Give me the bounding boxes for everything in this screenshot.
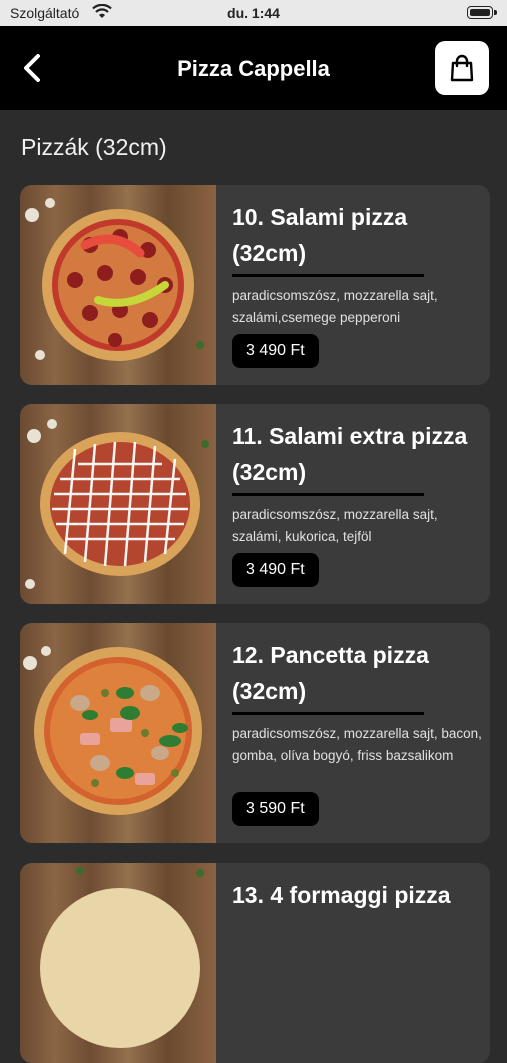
cart-button[interactable] <box>435 41 489 95</box>
product-image <box>20 623 216 843</box>
product-name: 10. Salami pizza (32cm) <box>232 204 408 266</box>
navigation-bar: Pizza Cappella <box>0 26 507 110</box>
product-description: paradicsomszósz, mozzarella sajt, bacon,… <box>232 726 482 763</box>
product-card[interactable]: 10. Salami pizza (32cm) paradicsomszósz,… <box>20 185 490 385</box>
price-badge: 3 590 Ft <box>232 792 319 826</box>
product-image <box>20 185 216 385</box>
section-title: Pizzák (32cm) <box>21 134 167 160</box>
product-description: paradicsomszósz, mozzarella sajt, szalám… <box>232 507 438 544</box>
price-badge: 3 490 Ft <box>232 334 319 368</box>
product-card[interactable]: 13. 4 formaggi pizza <box>20 863 490 1063</box>
clock: du. 1:44 <box>227 5 280 21</box>
product-card[interactable]: 11. Salami extra pizza (32cm) paradicsom… <box>20 404 490 604</box>
page-title: Pizza Cappella <box>177 56 330 81</box>
product-image <box>20 404 216 604</box>
product-image <box>20 863 216 1063</box>
divider <box>232 274 424 277</box>
battery-icon <box>467 6 497 19</box>
price-badge: 3 490 Ft <box>232 553 319 587</box>
product-name: 12. Pancetta pizza (32cm) <box>232 642 429 704</box>
product-name: 11. Salami extra pizza (32cm) <box>232 423 468 485</box>
product-card[interactable]: 12. Pancetta pizza (32cm) paradicsomszós… <box>20 623 490 843</box>
divider <box>232 493 424 496</box>
product-description: paradicsomszósz, mozzarella sajt, szalám… <box>232 288 438 325</box>
product-name: 13. 4 formaggi pizza <box>232 882 451 908</box>
status-bar: Szolgáltató du. 1:44 <box>0 0 507 26</box>
shopping-bag-icon <box>450 54 474 82</box>
divider <box>232 712 424 715</box>
